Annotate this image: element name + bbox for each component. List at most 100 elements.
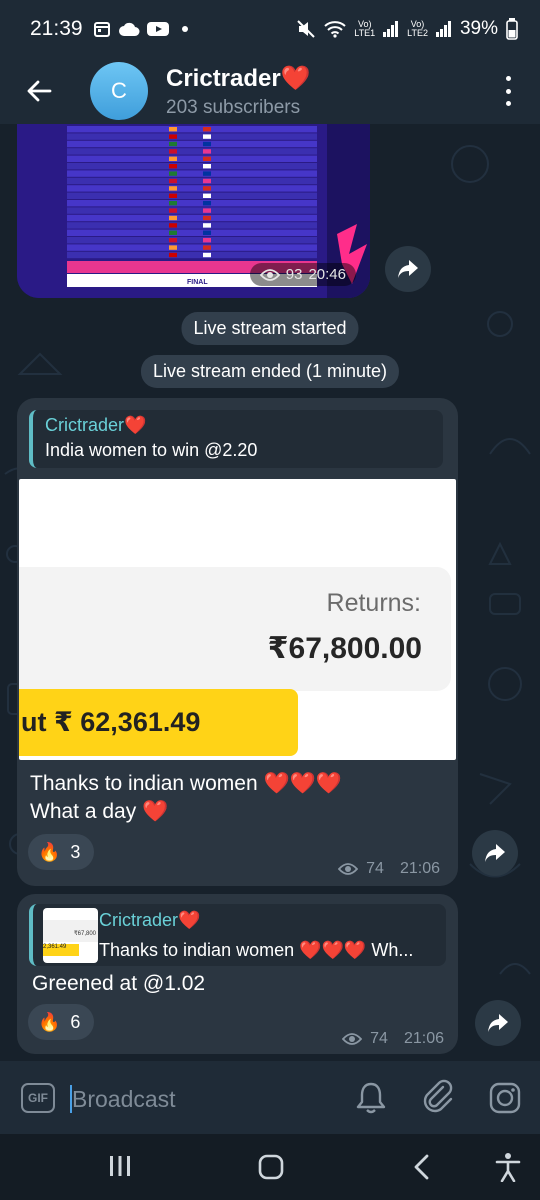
chat-area[interactable]: FINAL 93 20:46 Live stream started Live … (0, 124, 540, 1061)
team-flag (203, 171, 211, 176)
team-flag (169, 238, 177, 243)
message-bubble[interactable]: Crictrader❤️ India women to win @2.20 Re… (17, 398, 458, 886)
screenshot-image[interactable]: Returns: ₹67,800.00 ut ₹ 62,361.49 (19, 479, 456, 760)
notification-bell-button[interactable] (355, 1081, 387, 1120)
system-status-icons: Vo) LTE1 Vo) LTE2 39% (296, 18, 518, 40)
returns-card (19, 567, 451, 691)
signal-icon (383, 21, 399, 37)
message-bubble[interactable]: ₹67,800 2,361.49 Crictrader❤️ Thanks to … (17, 894, 458, 1054)
returns-value: ₹67,800.00 (267, 632, 422, 665)
cashout-button-image: ut ₹ 62,361.49 (19, 689, 298, 756)
paperclip-icon (423, 1079, 453, 1113)
battery-icon (506, 18, 518, 40)
team-flag (203, 178, 211, 184)
channel-title: Crictrader❤️ (166, 64, 311, 92)
schedule-row (67, 207, 317, 214)
clock: 21:39 (30, 17, 83, 40)
subscriber-count: 203 subscribers (166, 96, 301, 118)
dot-icon (181, 26, 188, 32)
team-flag (203, 141, 211, 147)
lte2-indicator: Vo) LTE2 (407, 19, 428, 38)
view-count: 93 (285, 266, 303, 283)
schedule-row (67, 155, 317, 162)
reaction-count: 3 (70, 841, 81, 862)
message-time: 21:06 (399, 860, 440, 877)
schedule-row (67, 126, 317, 133)
broadcast-input[interactable]: Broadcast (72, 1086, 176, 1113)
attach-button[interactable] (421, 1079, 455, 1120)
reply-author: Crictrader❤️ (99, 910, 201, 930)
team-flag (203, 149, 211, 154)
accessibility-button[interactable] (495, 1152, 521, 1187)
reply-thumbnail: ₹67,800 2,361.49 (43, 908, 98, 963)
schedule-row (67, 177, 317, 185)
share-icon (398, 260, 418, 278)
service-message: Live stream started (181, 312, 359, 345)
cloud-icon (118, 22, 140, 36)
team-flag (203, 230, 211, 235)
back-button[interactable] (0, 58, 78, 124)
forward-button[interactable] (472, 830, 518, 876)
team-flag (203, 127, 211, 132)
more-options-button[interactable] (504, 76, 512, 106)
view-count: 74 (366, 860, 384, 877)
team-flag (203, 223, 211, 228)
image-meta: 93 20:46 (249, 263, 356, 286)
message-meta: 74 21:06 (338, 860, 440, 878)
team-flag (169, 141, 177, 147)
chat-header: C Crictrader❤️ 203 subscribers (0, 58, 540, 124)
team-flag (169, 149, 177, 154)
youtube-icon (146, 22, 169, 36)
team-flag (169, 178, 177, 184)
reply-preview[interactable]: ₹67,800 2,361.49 Crictrader❤️ Thanks to … (29, 904, 446, 966)
back-nav-button[interactable] (412, 1154, 432, 1185)
schedule-row (67, 192, 317, 199)
reaction-chip[interactable]: 🔥 3 (28, 834, 95, 870)
channel-info[interactable]: Crictrader❤️ 203 subscribers (166, 64, 311, 119)
channel-avatar[interactable]: C (90, 62, 148, 120)
team-flag (203, 245, 211, 250)
home-button[interactable] (258, 1154, 284, 1185)
reply-preview[interactable]: Crictrader❤️ India women to win @2.20 (29, 410, 443, 468)
reply-text: Thanks to indian women ❤️❤️❤️ Wh... (99, 940, 414, 960)
team-flag (169, 134, 177, 139)
camera-button[interactable] (488, 1081, 522, 1120)
schedule-row (67, 185, 317, 192)
schedule-row (67, 163, 317, 170)
eye-icon (342, 1033, 363, 1045)
message-time: 20:46 (308, 266, 346, 283)
instagram-camera-icon (489, 1082, 521, 1114)
forward-button[interactable] (475, 1000, 521, 1046)
team-flag (169, 186, 177, 191)
message-text: Thanks to indian women ❤️❤️❤️ What a day… (30, 772, 342, 823)
recents-icon (110, 1156, 130, 1176)
team-flag (169, 156, 177, 161)
team-flag (203, 215, 211, 221)
signal-icon (435, 21, 451, 37)
team-flag (169, 193, 177, 198)
forward-button[interactable] (385, 246, 431, 292)
mute-icon (297, 20, 315, 38)
schedule-row (67, 229, 317, 236)
team-flag (169, 245, 177, 250)
image-message[interactable]: FINAL 93 20:46 (17, 124, 370, 298)
team-flag (169, 208, 177, 213)
team-flag (203, 252, 211, 258)
team-flag (203, 186, 211, 191)
eye-icon (259, 268, 280, 281)
team-flag (203, 201, 211, 206)
schedule-row (67, 148, 317, 155)
message-meta: 74 21:06 (342, 1030, 444, 1048)
arrow-left-icon (27, 80, 52, 102)
team-flag (203, 134, 211, 139)
recent-apps-button[interactable] (108, 1154, 132, 1183)
team-flag (203, 208, 211, 213)
team-flag (203, 238, 211, 243)
team-flag (169, 164, 177, 169)
reaction-chip[interactable]: 🔥 6 (28, 1004, 95, 1040)
battery-percent: 39% (459, 18, 498, 39)
fire-reaction-icon: 🔥 (38, 1011, 61, 1032)
gif-button[interactable]: GIF (21, 1083, 55, 1113)
message-time: 21:06 (403, 1030, 444, 1047)
message-input-bar: GIF Broadcast (0, 1061, 540, 1134)
